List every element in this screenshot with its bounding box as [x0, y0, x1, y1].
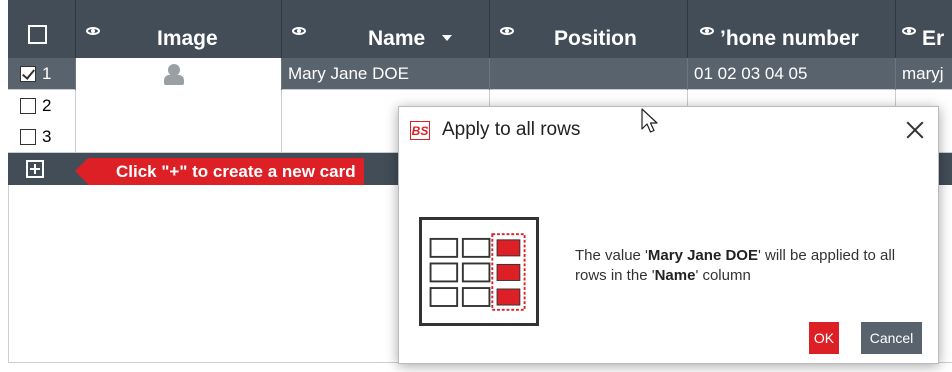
select-all-checkbox[interactable] [28, 25, 47, 44]
row-number: 1 [42, 64, 52, 83]
column-label-image: Image [157, 27, 218, 50]
mouse-cursor-icon [641, 108, 658, 133]
column-header-email[interactable]: Er [896, 0, 952, 58]
column-label-phone: ’hone number [720, 27, 859, 50]
dialog-title: Apply to all rows [442, 119, 581, 140]
position-cell[interactable] [490, 58, 688, 90]
eye-icon[interactable] [500, 27, 514, 35]
cancel-button[interactable]: Cancel [861, 322, 922, 354]
eye-icon[interactable] [902, 27, 916, 35]
dialog-message-value: Mary Jane DOE [647, 247, 758, 264]
dialog-message-column: Name [654, 267, 696, 284]
column-header-phone[interactable]: ’hone number [688, 0, 896, 58]
column-header-image[interactable]: Image [76, 0, 282, 58]
column-label-email: Er [922, 27, 945, 50]
add-card-hint: Click "+" to create a new card [75, 158, 364, 185]
row-select-cell: 3 [8, 121, 76, 153]
header-select-all-cell [8, 0, 76, 58]
image-cell[interactable] [76, 58, 282, 90]
ok-button[interactable]: OK [809, 322, 839, 354]
row-checkbox[interactable] [20, 66, 36, 82]
chevron-down-icon[interactable] [442, 35, 452, 41]
name-cell[interactable]: Mary Jane DOE [282, 58, 490, 90]
image-cell[interactable] [76, 90, 282, 122]
row-number: 2 [42, 96, 52, 115]
column-header-name[interactable]: Name [282, 0, 490, 58]
close-icon[interactable] [904, 119, 926, 141]
apply-to-all-dialog: BS Apply to all rows The value 'Mary Jan… [398, 106, 939, 364]
apply-to-column-illustration-icon [419, 217, 539, 326]
image-cell[interactable] [76, 121, 282, 153]
eye-icon[interactable] [292, 27, 306, 35]
column-label-position: Position [554, 27, 637, 50]
column-header-position[interactable]: Position [490, 0, 688, 58]
row-checkbox[interactable] [20, 98, 36, 114]
row-checkbox[interactable] [20, 129, 36, 145]
row-select-cell: 1 [8, 58, 76, 90]
email-cell[interactable]: maryj [896, 58, 952, 90]
app-logo-icon: BS [410, 121, 430, 140]
add-card-button[interactable] [26, 160, 44, 178]
row-select-cell: 2 [8, 90, 76, 122]
grid-header: Image Name Position ’hone number Er [8, 0, 952, 58]
table-row[interactable]: 1 Mary Jane DOE 01 02 03 04 05 maryj [8, 58, 952, 90]
eye-icon[interactable] [86, 27, 100, 35]
eye-icon[interactable] [700, 27, 714, 35]
phone-cell[interactable]: 01 02 03 04 05 [688, 58, 896, 90]
avatar-placeholder-icon [164, 64, 184, 85]
dialog-message: The value 'Mary Jane DOE' will be applie… [575, 247, 896, 284]
column-label-name: Name [368, 27, 426, 50]
row-number: 3 [42, 127, 52, 146]
